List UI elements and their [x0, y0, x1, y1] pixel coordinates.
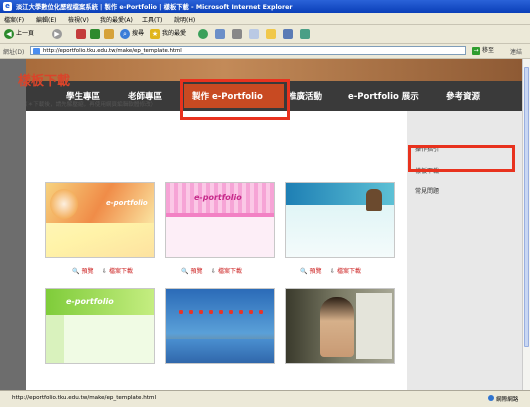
- template-1-thumbnail[interactable]: e-portfolio: [45, 182, 155, 258]
- template-4-side-column: [46, 315, 64, 363]
- menu-favorites[interactable]: 我的最愛(A): [100, 15, 133, 24]
- download-icon: ⇩: [211, 268, 217, 275]
- forward-button[interactable]: ▶: [52, 28, 64, 40]
- nav-item-promotion[interactable]: 推廣活動: [288, 90, 322, 102]
- search-icon: ⌕: [120, 28, 130, 39]
- template-2-banner-text: e-portfolio: [194, 193, 242, 202]
- site-banner: [26, 59, 522, 81]
- template-5-thumbnail[interactable]: [165, 288, 275, 364]
- template-6-person-photo: [320, 297, 354, 357]
- back-button[interactable]: ◀ 上一頁: [4, 28, 34, 40]
- template-4-banner-text: e-portfolio: [66, 297, 114, 306]
- messenger-icon[interactable]: [283, 29, 293, 39]
- address-bar: 網址(D) http://eportfolio.tku.edu.tw/make/…: [0, 44, 530, 59]
- template-5-flower-row: [176, 307, 266, 319]
- magnifier-icon: 🔍: [181, 268, 189, 275]
- menu-help[interactable]: 說明(H): [174, 15, 195, 24]
- nav-highlight-box: [180, 79, 290, 120]
- template-2-divider: [166, 213, 274, 217]
- template-1-preview-link[interactable]: 🔍 預覽: [72, 266, 94, 275]
- research-icon[interactable]: [300, 29, 310, 39]
- status-url: http://eportfolio.tku.edu.tw/make/ep_tem…: [12, 395, 157, 401]
- sidebar-highlight-box: [408, 145, 515, 172]
- go-arrow-icon: →: [472, 47, 480, 55]
- history-icon[interactable]: [198, 29, 208, 39]
- menu-file[interactable]: 檔案(F): [4, 15, 24, 24]
- browser-toolbar: ◀ 上一頁 ▶ ⌕ 搜尋 ★ 我的最愛: [0, 25, 530, 44]
- nav-item-resources[interactable]: 參考資源: [446, 90, 480, 102]
- template-2-preview-link[interactable]: 🔍 預覽: [181, 266, 203, 275]
- template-3-thumbnail[interactable]: [285, 182, 395, 258]
- refresh-icon[interactable]: [90, 29, 100, 39]
- template-1-download-link[interactable]: ⇩ 檔案下載: [102, 266, 133, 275]
- download-note: （＊下載後，請先解壓縮，再使用網頁編輯軟體修改）: [22, 102, 157, 108]
- folder-icon[interactable]: [266, 29, 276, 39]
- template-1-sun-shape: [50, 189, 78, 219]
- sidebar-item-faq[interactable]: 常見問題: [415, 186, 439, 195]
- template-2-download-link[interactable]: ⇩ 檔案下載: [211, 266, 242, 275]
- mail-icon[interactable]: [215, 29, 225, 39]
- page-icon: [33, 48, 40, 54]
- links-label[interactable]: 連結: [510, 47, 522, 56]
- template-4-thumbnail[interactable]: e-portfolio: [45, 288, 155, 364]
- download-icon: ⇩: [102, 268, 108, 275]
- template-3-person-figure: [366, 189, 382, 211]
- ie-logo-icon: e: [3, 2, 12, 11]
- globe-icon: [488, 395, 494, 401]
- menu-view[interactable]: 檢視(V): [68, 15, 89, 24]
- back-arrow-icon: ◀: [4, 28, 14, 39]
- stop-icon[interactable]: [76, 29, 86, 39]
- template-2-thumbnail[interactable]: e-portfolio: [165, 182, 275, 258]
- search-button[interactable]: ⌕ 搜尋: [120, 28, 144, 40]
- status-zone: 網際網路: [488, 395, 518, 403]
- menu-bar: 檔案(F) 編輯(E) 檢視(V) 我的最愛(A) 工具(T) 說明(H): [0, 13, 530, 25]
- print-icon[interactable]: [232, 29, 242, 39]
- menu-tools[interactable]: 工具(T): [142, 15, 162, 24]
- scrollbar-thumb[interactable]: [524, 67, 529, 347]
- status-bar: http://eportfolio.tku.edu.tw/make/ep_tem…: [0, 390, 530, 407]
- template-6-thumbnail[interactable]: [285, 288, 395, 364]
- nav-item-showcase[interactable]: e-Portfolio 展示: [348, 90, 419, 102]
- template-6-text-panel: [356, 293, 392, 359]
- magnifier-icon: 🔍: [72, 268, 80, 275]
- page-title: 樣板下載: [18, 74, 71, 89]
- download-icon: ⇩: [330, 268, 336, 275]
- window-title: 淡江大學數位化歷程檔案系統 | 製作 e-Portfolio | 樣板下載 - …: [16, 4, 293, 11]
- forward-arrow-icon: ▶: [52, 28, 62, 39]
- address-label: 網址(D): [3, 49, 25, 56]
- vertical-scrollbar[interactable]: [522, 59, 530, 390]
- url-input[interactable]: http://eportfolio.tku.edu.tw/make/ep_tem…: [30, 46, 466, 55]
- star-icon: ★: [150, 28, 160, 39]
- window-titlebar: e 淡江大學數位化歷程檔案系統 | 製作 e-Portfolio | 樣板下載 …: [0, 0, 530, 13]
- template-1-banner-text: e-portfolio: [106, 199, 148, 207]
- template-5-footer: [166, 339, 274, 363]
- edit-icon[interactable]: [249, 29, 259, 39]
- go-button[interactable]: → 移至: [472, 46, 508, 56]
- magnifier-icon: 🔍: [300, 268, 308, 275]
- template-3-download-link[interactable]: ⇩ 檔案下載: [330, 266, 361, 275]
- menu-edit[interactable]: 編輯(E): [36, 15, 56, 24]
- template-3-preview-link[interactable]: 🔍 預覽: [300, 266, 322, 275]
- home-icon[interactable]: [104, 29, 114, 39]
- favorites-button[interactable]: ★ 我的最愛: [150, 28, 186, 40]
